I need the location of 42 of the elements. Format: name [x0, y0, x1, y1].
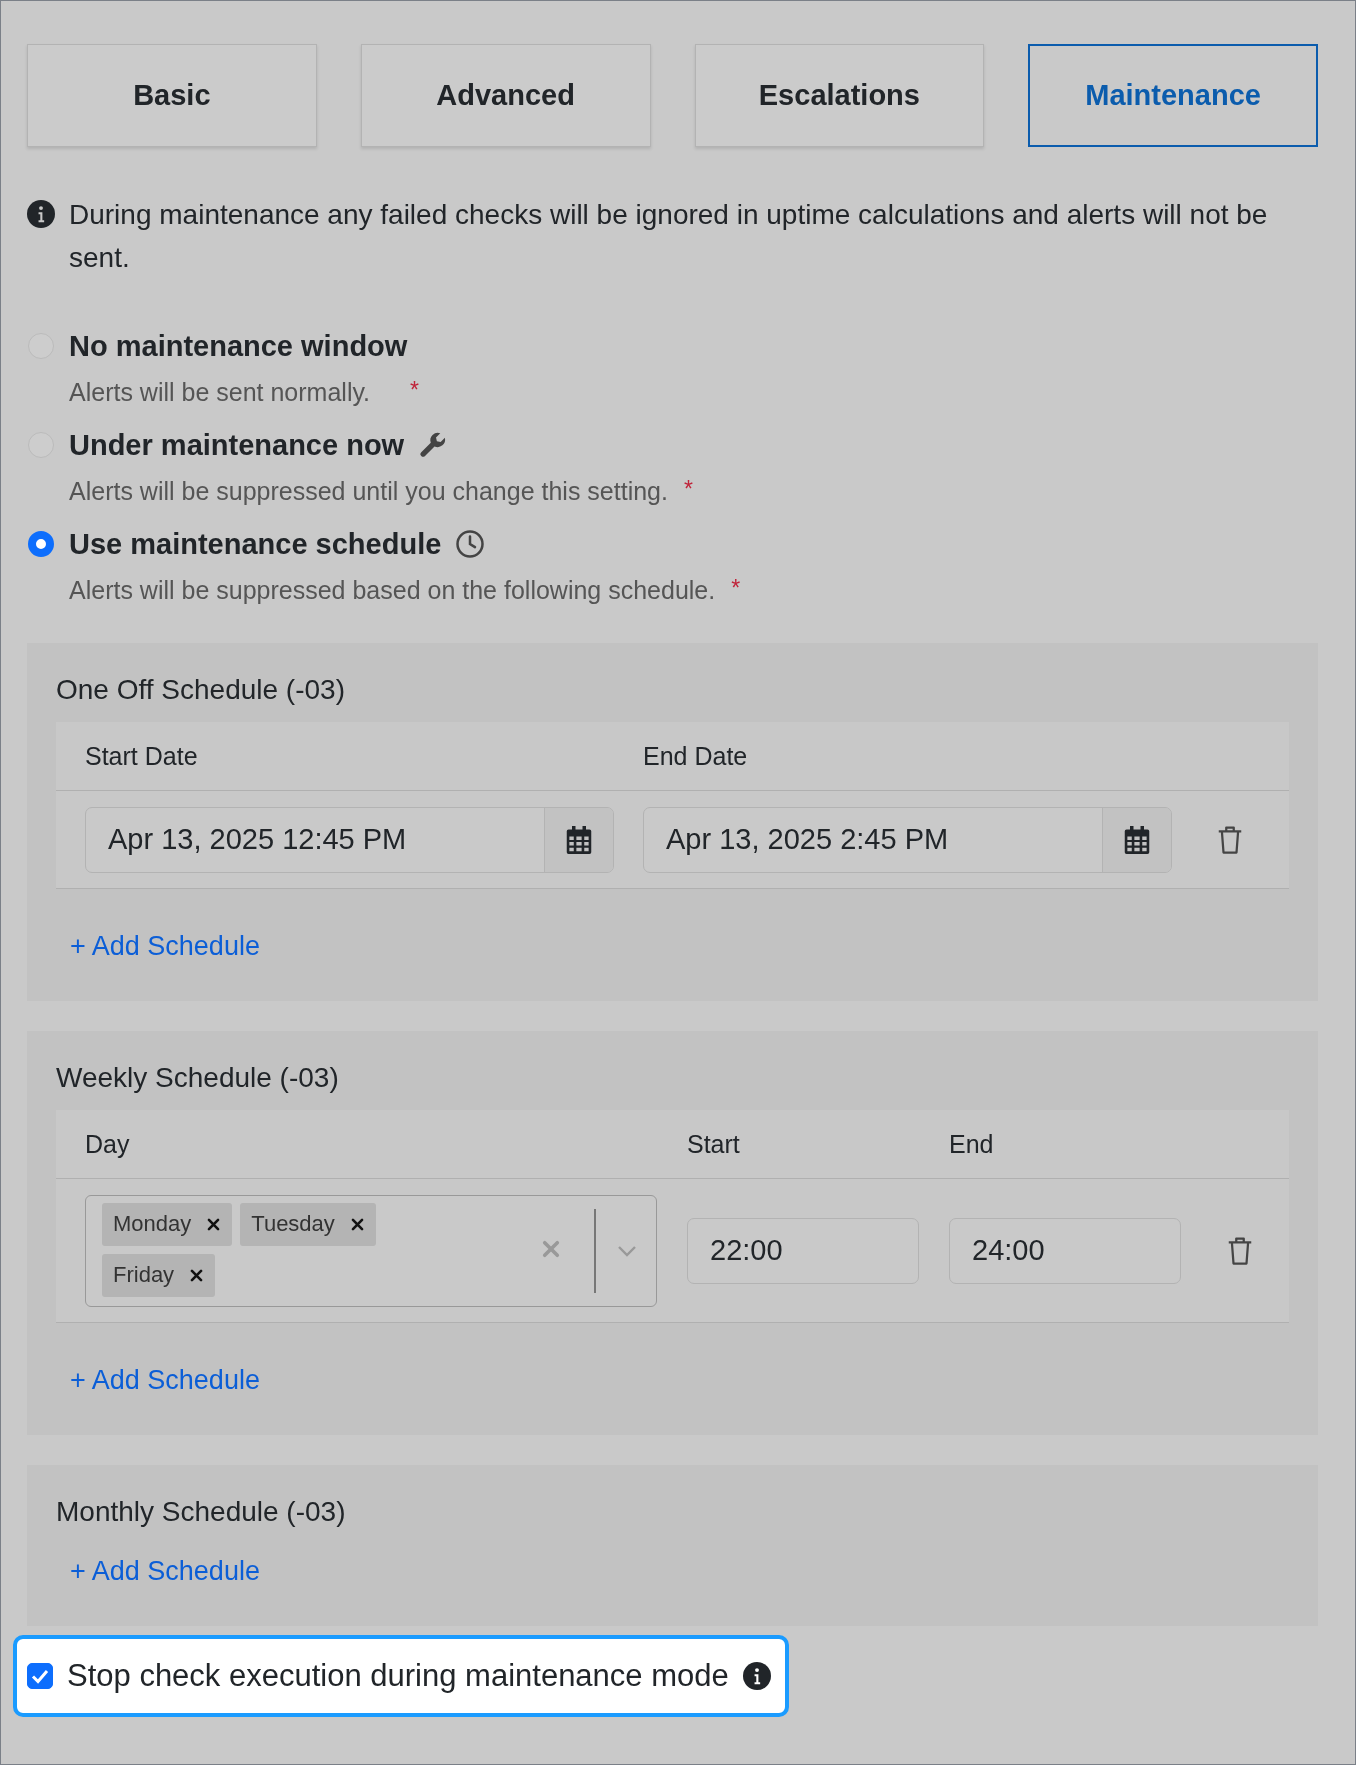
checkbox[interactable] [27, 1663, 53, 1689]
column-header: Start [687, 1129, 740, 1159]
date-field[interactable]: Apr 13, 2025 12:45 PM [85, 806, 614, 873]
time-field[interactable]: 22:00 [687, 1217, 919, 1284]
info-icon [742, 1662, 771, 1690]
column-header: End [949, 1129, 994, 1159]
tab[interactable]: Maintenance [1028, 44, 1318, 147]
required-mark: * [731, 575, 741, 602]
required-mark: * [683, 476, 693, 503]
option-label[interactable]: No maintenance window [69, 329, 408, 363]
tab[interactable]: Advanced [360, 44, 651, 147]
notice-text: During maintenance any failed checks will be ignored in uptime calculations and alerts will not be sent. [69, 198, 1269, 275]
info-icon [27, 200, 55, 228]
column-header: Day [85, 1129, 130, 1159]
required-mark: * [410, 377, 419, 404]
clock-icon [455, 529, 486, 559]
option-description: Alerts will be suppressed based on the following schedule. [69, 575, 716, 605]
radio-button[interactable] [28, 531, 54, 557]
checkmark-icon [31, 1668, 49, 1684]
panel-title: Monthly Schedule (-03) [56, 1495, 346, 1529]
remove-icon[interactable] [207, 1217, 221, 1231]
column-header: End Date [643, 741, 748, 771]
option-description: Alerts will be sent normally. [69, 377, 371, 407]
panel-title: Weekly Schedule (-03) [56, 1061, 339, 1095]
trash-icon[interactable] [1217, 824, 1243, 855]
calendar-button[interactable] [1102, 807, 1171, 872]
option-label[interactable]: Under maintenance now [69, 428, 405, 462]
option-label[interactable]: Use maintenance schedule [69, 527, 442, 561]
calendar-button[interactable] [544, 807, 613, 872]
day-select[interactable]: Monday Tuesday Friday [85, 1194, 657, 1307]
column-header: Start Date [85, 741, 198, 771]
time-field[interactable]: 24:00 [949, 1217, 1181, 1284]
tab[interactable]: Escalations [694, 44, 985, 147]
date-field[interactable]: Apr 13, 2025 2:45 PM [643, 806, 1172, 873]
calendar-icon [1124, 825, 1150, 854]
panel-title: One Off Schedule (-03) [56, 673, 345, 707]
remove-icon[interactable] [190, 1268, 204, 1282]
remove-icon[interactable] [350, 1217, 364, 1231]
trash-icon[interactable] [1227, 1235, 1253, 1266]
calendar-icon [566, 825, 592, 854]
option-description: Alerts will be suppressed until you change this setting. [69, 476, 668, 506]
tab[interactable]: Basic [27, 44, 317, 147]
